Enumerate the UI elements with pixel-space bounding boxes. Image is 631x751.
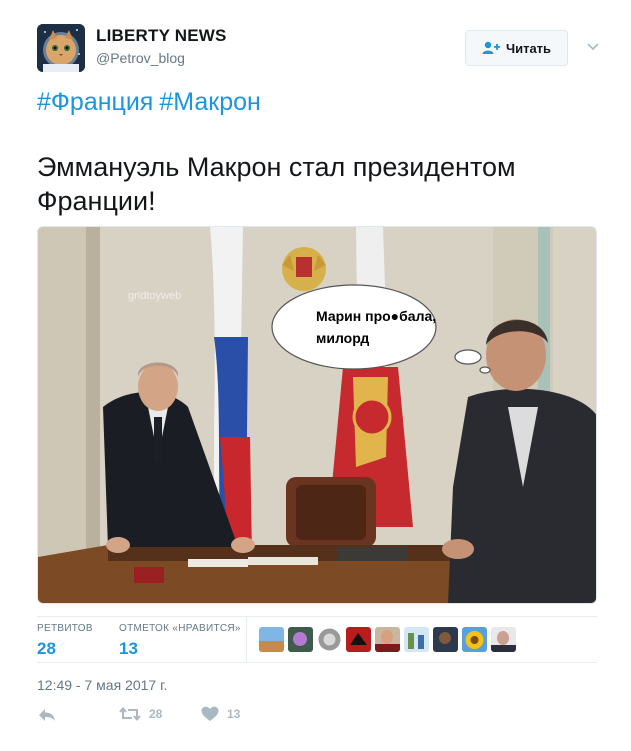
tweet-text-line: Эммануэль Макрон стал президентом bbox=[37, 152, 516, 182]
chevron-down-icon[interactable] bbox=[585, 38, 601, 54]
retweets-label: РЕТВИТОВ bbox=[37, 623, 93, 634]
liker-avatar[interactable] bbox=[375, 627, 400, 652]
heart-icon bbox=[201, 706, 219, 721]
watermark-text: gridtoyweb bbox=[128, 290, 181, 302]
liker-avatar[interactable] bbox=[317, 627, 342, 652]
avatar[interactable] bbox=[37, 24, 85, 72]
retweet-button[interactable]: 28 bbox=[119, 706, 162, 722]
liker-avatar[interactable] bbox=[346, 627, 371, 652]
username[interactable]: @Petrov_blog bbox=[96, 50, 185, 66]
cat-astronaut-avatar-icon bbox=[37, 24, 85, 72]
bubble-line: милорд bbox=[316, 330, 370, 346]
retweet-icon bbox=[119, 706, 141, 722]
follow-button-label: Читать bbox=[505, 40, 552, 56]
like-count: 13 bbox=[227, 707, 241, 721]
liker-avatar[interactable] bbox=[462, 627, 487, 652]
tweet-header: LIBERTY NEWS @Petrov_blog Читать bbox=[37, 22, 599, 74]
tweet-text-line: Франции! bbox=[37, 186, 156, 216]
tweet-text: Эммануэль Макрон стал президентом Франци… bbox=[37, 150, 597, 218]
add-user-icon bbox=[482, 41, 500, 54]
likes-stat[interactable]: ОТМЕТОК «НРАВИТСЯ» 13 bbox=[119, 623, 241, 659]
like-button[interactable]: 13 bbox=[201, 706, 240, 722]
hashtag-link[interactable]: #Макрон bbox=[159, 88, 260, 116]
retweet-count: 28 bbox=[149, 707, 163, 721]
reply-icon bbox=[39, 709, 55, 721]
tweet-actions: 28 13 bbox=[37, 706, 597, 730]
liker-avatar[interactable] bbox=[491, 627, 516, 652]
tweet-timestamp[interactable]: 12:49 - 7 мая 2017 г. bbox=[37, 677, 167, 693]
likes-count: 13 bbox=[119, 639, 138, 658]
liker-avatar[interactable] bbox=[433, 627, 458, 652]
retweets-count: 28 bbox=[37, 639, 56, 658]
hashtags: #Франция #Макрон bbox=[37, 88, 267, 117]
bubble-line: Марин про●бала, bbox=[316, 308, 437, 324]
hashtag-link[interactable]: #Франция bbox=[37, 88, 153, 116]
liker-avatar[interactable] bbox=[259, 627, 284, 652]
reply-button[interactable] bbox=[37, 706, 57, 724]
liker-avatar[interactable] bbox=[288, 627, 313, 652]
tweet-stats: РЕТВИТОВ 28 ОТМЕТОК «НРАВИТСЯ» 13 bbox=[37, 616, 597, 663]
likers-avatars bbox=[259, 627, 516, 652]
tweet-photo[interactable]: gridtoyweb Марин про●бала, милорд bbox=[37, 226, 597, 604]
photo-scene: gridtoyweb bbox=[38, 227, 596, 603]
likes-label: ОТМЕТОК «НРАВИТСЯ» bbox=[119, 623, 241, 634]
retweets-stat[interactable]: РЕТВИТОВ 28 bbox=[37, 623, 93, 659]
display-name[interactable]: LIBERTY NEWS bbox=[96, 26, 227, 46]
stats-divider bbox=[246, 617, 247, 663]
liker-avatar[interactable] bbox=[404, 627, 429, 652]
follow-button[interactable]: Читать bbox=[465, 30, 568, 66]
thought-bubble-text: Марин про●бала, милорд bbox=[316, 305, 456, 349]
